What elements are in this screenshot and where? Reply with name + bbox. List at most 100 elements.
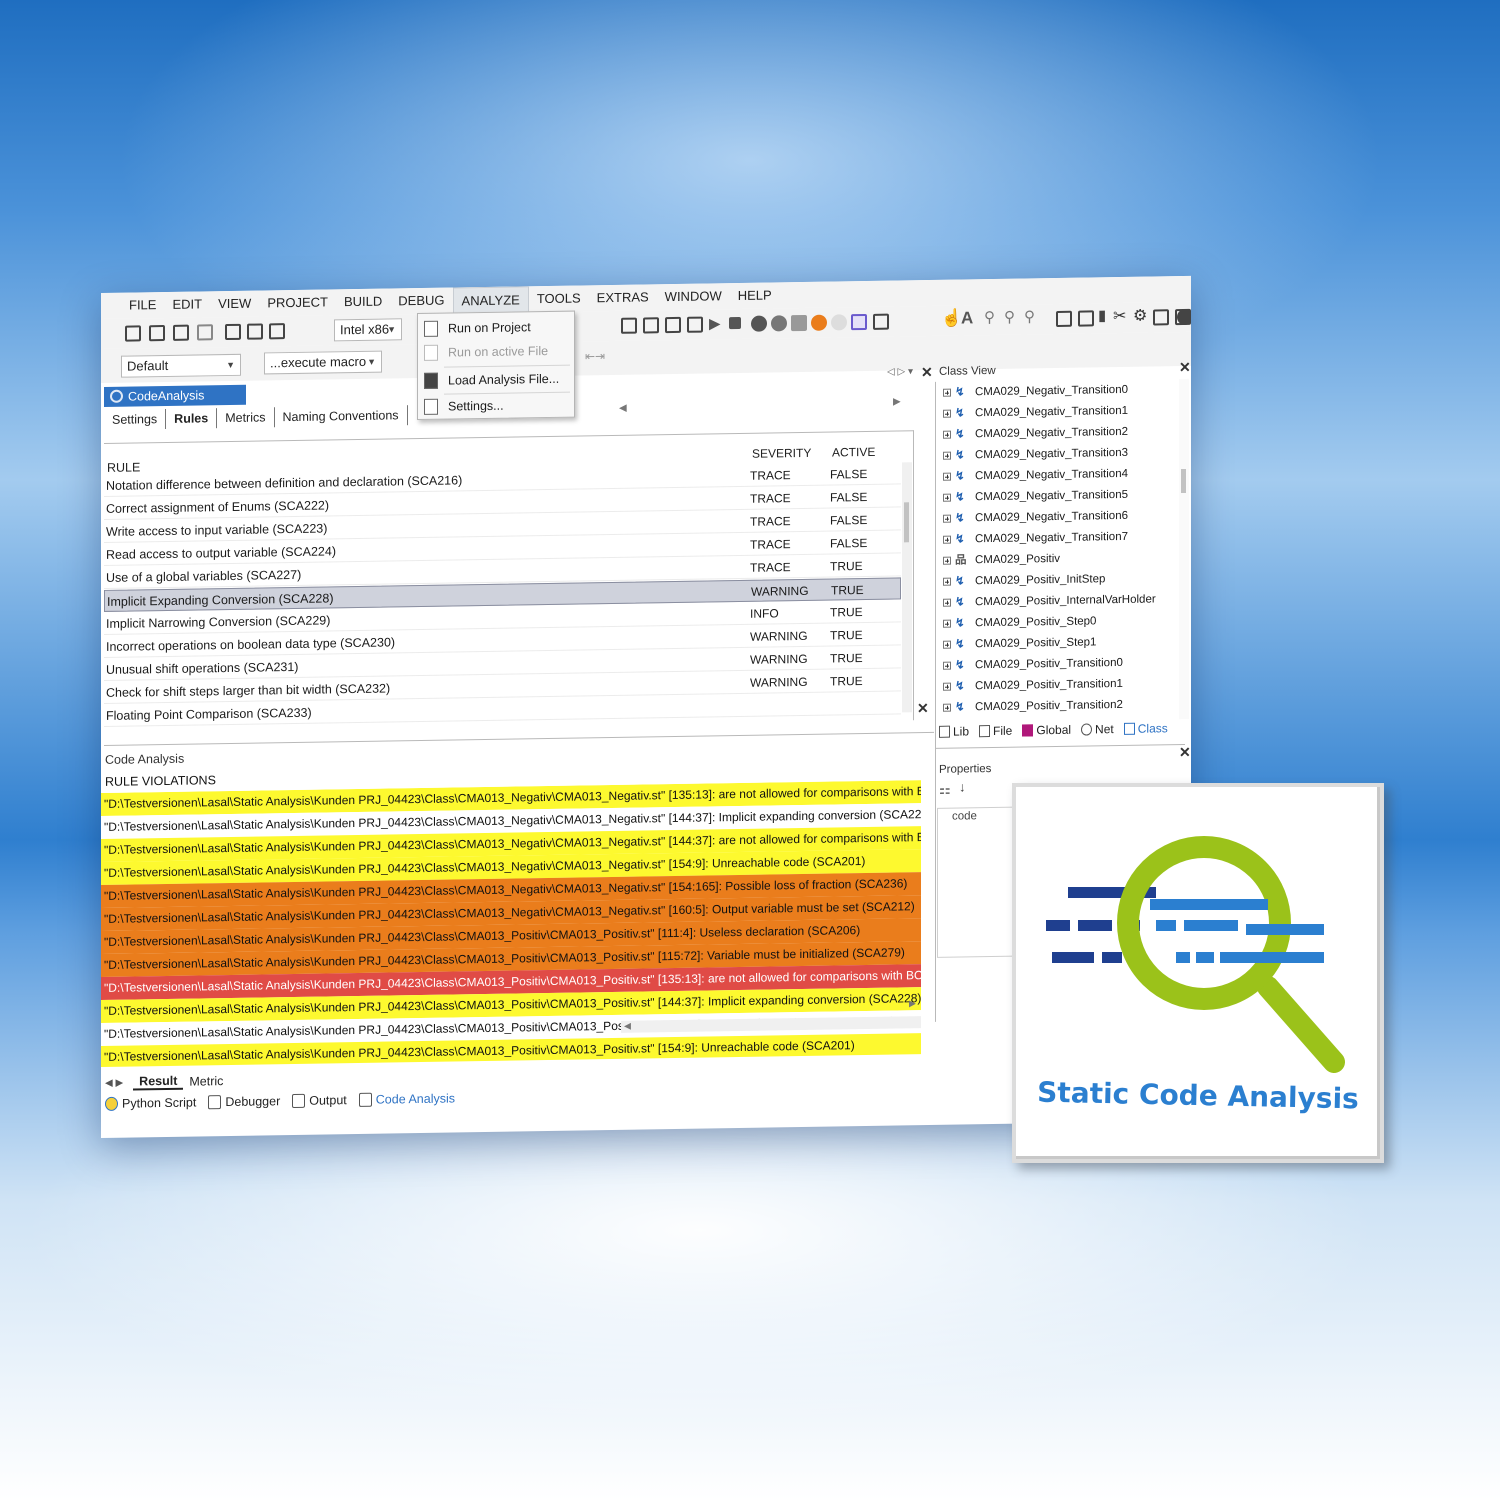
step-over-icon[interactable] — [643, 317, 659, 334]
scroll-left-icon[interactable]: ◀ — [619, 403, 627, 414]
menu-edit[interactable]: EDIT — [164, 291, 210, 318]
tree-item[interactable]: ↯ CMA029_Positiv_Transition1 — [937, 674, 1123, 698]
image-icon[interactable] — [1056, 310, 1072, 327]
zoom-in-icon[interactable]: ⚲ — [984, 308, 995, 326]
expand-icon[interactable] — [943, 682, 951, 691]
tree-item[interactable]: 品 CMA029_Positiv — [937, 549, 1060, 572]
scrollbar-thumb[interactable] — [1181, 468, 1186, 494]
expand-icon[interactable] — [943, 556, 951, 565]
breakpoint-icon[interactable] — [751, 315, 767, 332]
tree-item[interactable]: ↯ CMA029_Negativ_Transition5 — [937, 485, 1128, 509]
tree-item[interactable]: ↯ CMA029_Negativ_Transition7 — [937, 527, 1128, 551]
close-icon[interactable]: ✕ — [1179, 744, 1191, 761]
tab-net[interactable]: Net — [1081, 722, 1114, 743]
menu-debug[interactable]: DEBUG — [390, 287, 452, 314]
zoom-out-icon[interactable]: ⚲ — [1004, 308, 1015, 326]
indent-icon[interactable]: ⇤⇥ — [585, 349, 605, 363]
tab-global[interactable]: Global — [1022, 723, 1071, 744]
text-format-icon[interactable] — [873, 313, 889, 330]
expand-icon[interactable] — [943, 661, 951, 670]
sort-alpha-icon[interactable]: ↓ — [959, 779, 966, 794]
menu-window[interactable]: WINDOW — [657, 283, 730, 310]
scroll-right-icon[interactable]: ▶ — [893, 396, 901, 407]
column-active[interactable]: ACTIVE — [832, 445, 875, 460]
tab-scroll-arrows-icon[interactable]: ◁ ▷ ▾ — [887, 366, 913, 377]
menu-extras[interactable]: EXTRAS — [589, 284, 657, 311]
expand-icon[interactable] — [943, 640, 951, 649]
sort-category-icon[interactable]: ⚏ — [939, 782, 951, 798]
tree-item[interactable]: ↯ CMA029_Positiv_InitStep — [937, 569, 1105, 593]
run-to-cursor-icon[interactable] — [687, 316, 703, 333]
expand-icon[interactable] — [943, 535, 951, 544]
save-icon[interactable] — [197, 324, 213, 341]
tab-nav-arrows-icon[interactable]: ◀ ▶ — [105, 1077, 123, 1088]
class-view-scrollbar[interactable] — [1179, 378, 1189, 720]
open-folder-icon[interactable] — [149, 324, 165, 342]
tab-file[interactable]: File — [979, 724, 1012, 745]
tab-output[interactable]: Output — [292, 1093, 347, 1108]
grid-icon[interactable] — [1153, 309, 1169, 326]
tab-result[interactable]: Result — [133, 1073, 184, 1091]
tab-python-script[interactable]: Python Script — [105, 1096, 196, 1111]
plug-icon[interactable]: ▮ — [1098, 306, 1106, 324]
platform-combo[interactable]: Intel x86 ▼ — [334, 318, 402, 342]
expand-icon[interactable] — [943, 514, 951, 523]
step-in-icon[interactable] — [621, 317, 637, 334]
tab-debugger[interactable]: Debugger — [208, 1094, 280, 1110]
new-file-icon[interactable] — [125, 325, 141, 342]
record-icon[interactable] — [811, 314, 827, 331]
menu-build[interactable]: BUILD — [336, 288, 390, 315]
tree-item[interactable]: ↯ CMA029_Negativ_Transition3 — [937, 443, 1128, 467]
expand-icon[interactable] — [943, 430, 951, 439]
tree-item[interactable]: ↯ CMA029_Positiv_Step1 — [937, 632, 1096, 656]
menu-file[interactable]: FILE — [121, 292, 164, 319]
play-icon[interactable]: ▶ — [709, 314, 721, 332]
close-icon[interactable]: ✕ — [917, 700, 929, 717]
expand-icon[interactable] — [943, 451, 951, 460]
column-severity[interactable]: SEVERITY — [752, 446, 811, 461]
menu-project[interactable]: PROJECT — [259, 289, 336, 316]
tree-item[interactable]: ↯ CMA029_Negativ_Transition0 — [937, 380, 1128, 404]
window-icon[interactable] — [225, 323, 241, 341]
tree-item[interactable]: ↯ CMA029_Negativ_Transition4 — [937, 464, 1128, 488]
close-icon[interactable]: ✕ — [1179, 359, 1191, 376]
scrollbar-thumb[interactable] — [904, 502, 909, 543]
expand-icon[interactable] — [943, 577, 951, 586]
expand-icon[interactable] — [943, 598, 951, 607]
tree-item[interactable]: ↯ CMA029_Negativ_Transition1 — [937, 401, 1128, 425]
zoom-fit-icon[interactable]: ⚲ — [1024, 307, 1035, 325]
tree-item[interactable]: ↯ CMA029_Negativ_Transition2 — [937, 422, 1128, 446]
stop-icon[interactable] — [729, 316, 741, 330]
help-icon[interactable] — [771, 315, 787, 332]
expand-icon[interactable] — [943, 493, 951, 502]
menu-analyze[interactable]: ANALYZE — [452, 286, 529, 314]
tree-item[interactable]: ↯ CMA029_Positiv_Step0 — [937, 611, 1096, 635]
clear-breakpoints-icon[interactable] — [791, 314, 807, 332]
chart-icon[interactable] — [1078, 310, 1094, 327]
window-layout-icon[interactable] — [851, 313, 867, 331]
property-name[interactable]: code — [952, 810, 977, 822]
expand-icon[interactable] — [943, 388, 951, 397]
window-split-icon[interactable] — [247, 323, 263, 340]
tab-lib[interactable]: Lib — [939, 724, 969, 744]
tab-class[interactable]: Class — [1123, 721, 1168, 742]
macro-combo[interactable]: ...execute macro ▼ — [264, 350, 382, 375]
scroll-right-icon[interactable]: ▶ — [909, 998, 916, 1009]
pointer-icon[interactable]: ☝ — [941, 308, 962, 328]
tree-item[interactable]: ↯ CMA029_Negativ_Transition6 — [937, 506, 1128, 530]
expand-icon[interactable] — [943, 409, 951, 418]
font-icon[interactable]: A — [961, 308, 973, 328]
rules-scrollbar[interactable] — [902, 462, 912, 713]
tree-item[interactable]: ↯ CMA029_Positiv_Transition0 — [937, 653, 1123, 677]
expand-icon[interactable] — [943, 472, 951, 481]
close-icon[interactable]: ✕ — [921, 364, 933, 381]
tab-metrics[interactable]: Metrics — [217, 407, 275, 429]
column-rule[interactable]: RULE — [107, 460, 140, 475]
scroll-left-icon[interactable]: ◀ — [624, 1021, 631, 1032]
open-project-icon[interactable] — [173, 324, 189, 341]
step-out-icon[interactable] — [665, 316, 681, 334]
network-icon[interactable]: ⚙ — [1133, 306, 1147, 326]
load-analysis-file-item[interactable]: Load Analysis File... — [418, 366, 574, 394]
tools-icon[interactable]: ✂ — [1113, 306, 1126, 326]
menu-help[interactable]: HELP — [730, 282, 780, 309]
